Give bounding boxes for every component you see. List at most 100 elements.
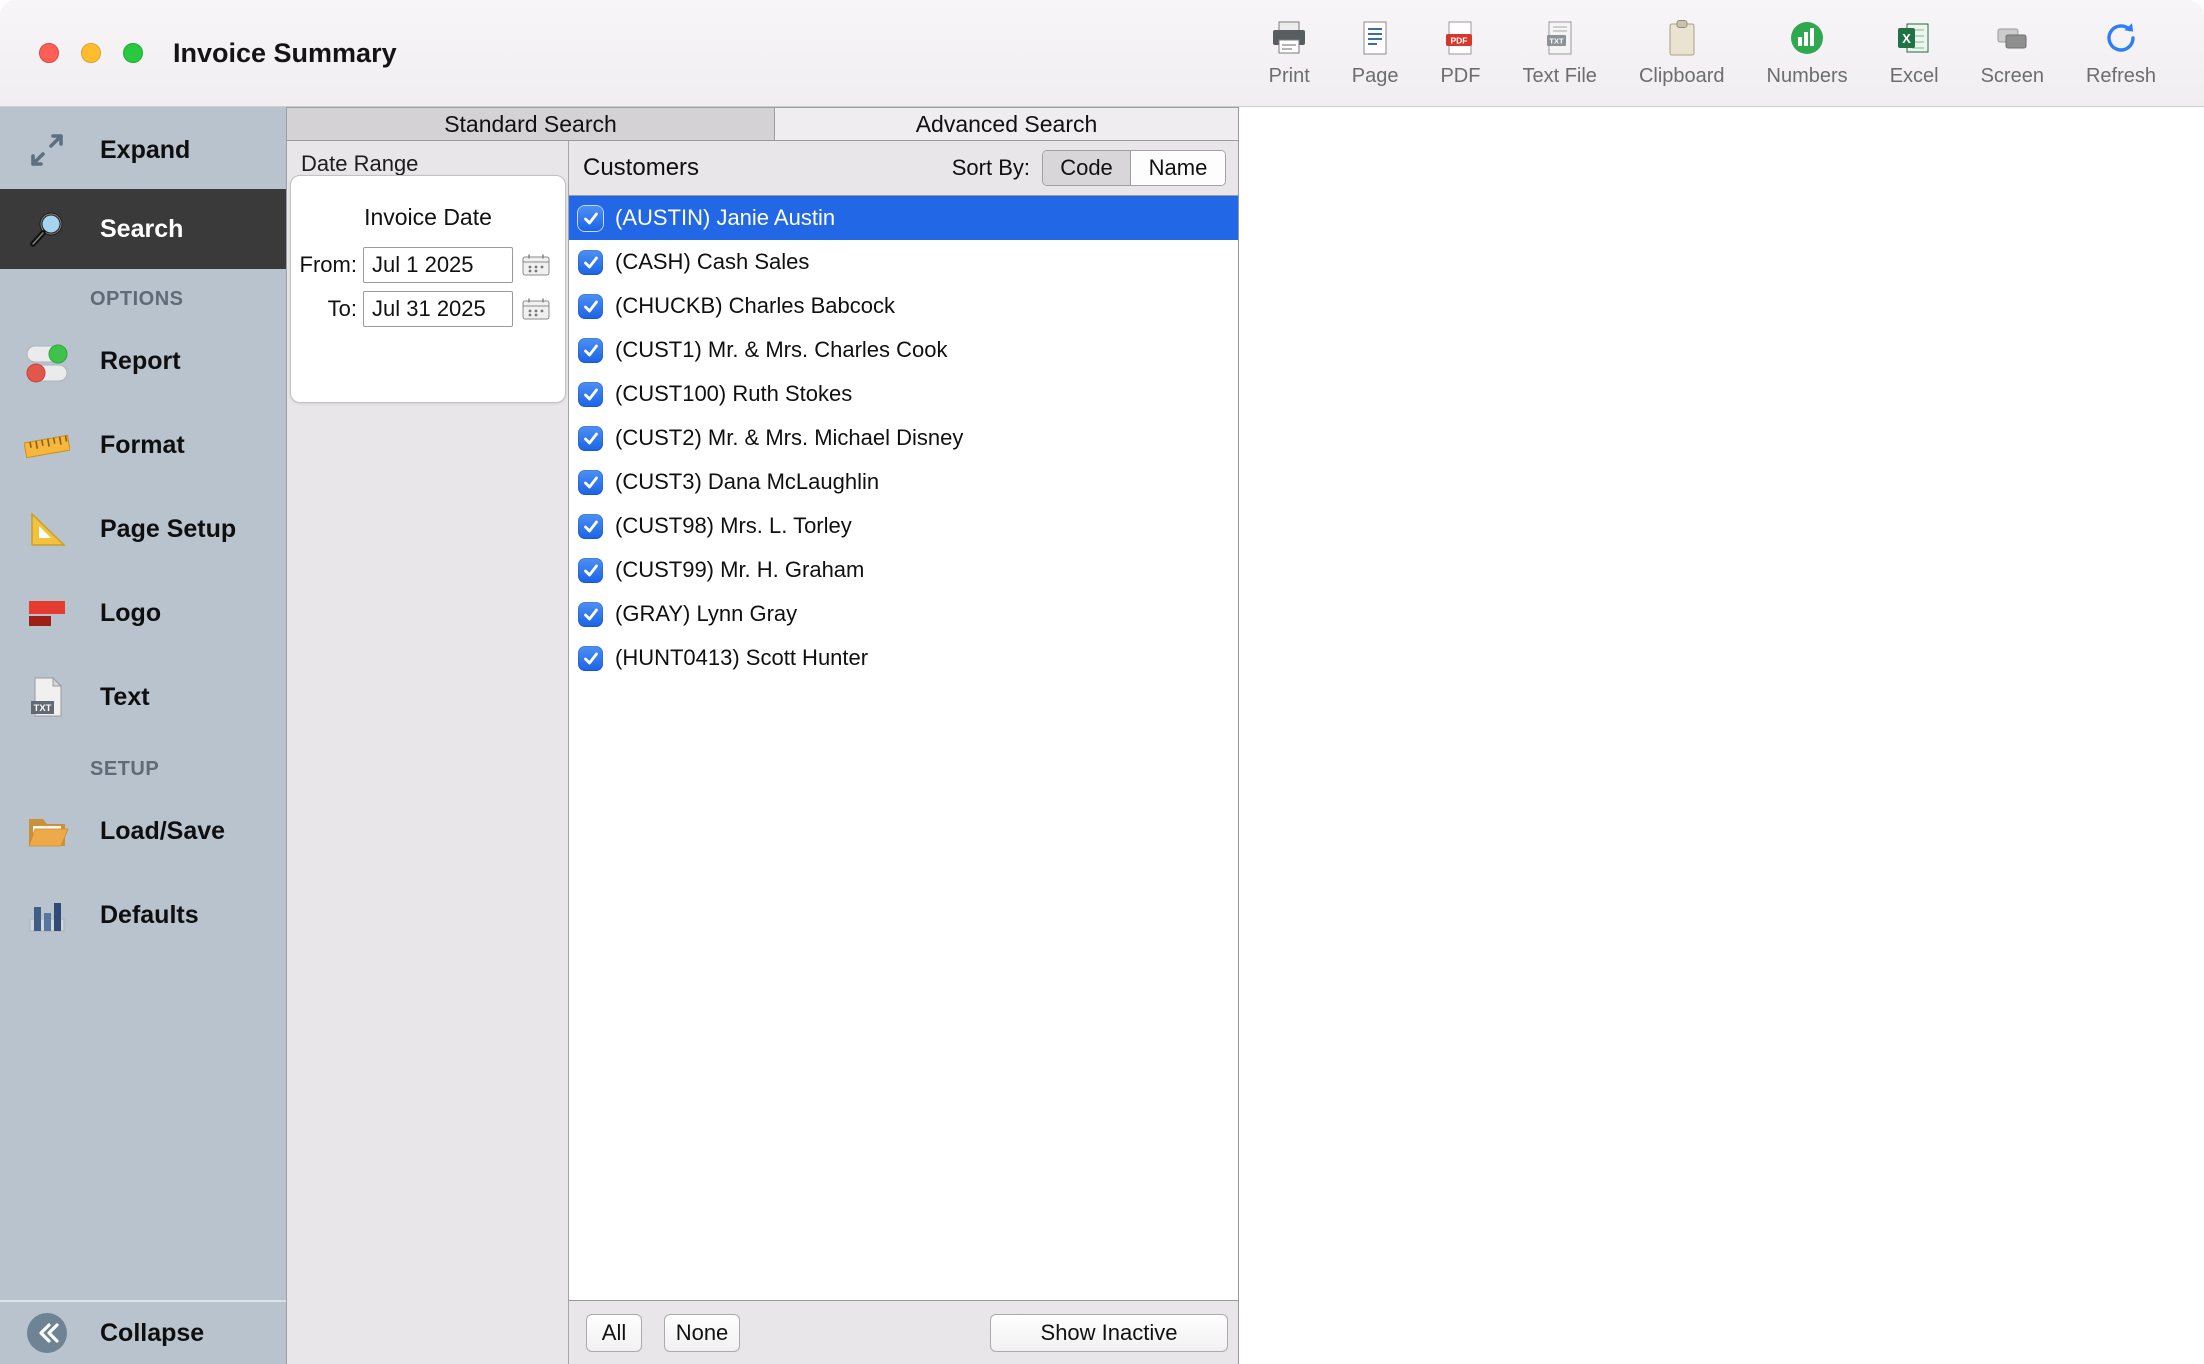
to-label: To: <box>295 296 357 322</box>
sidebar-item-search[interactable]: Search <box>0 189 286 269</box>
to-date-picker-icon[interactable] <box>521 297 551 321</box>
text-file-icon: TXT <box>1542 18 1578 58</box>
customer-label: (CUST2) Mr. & Mrs. Michael Disney <box>615 425 963 451</box>
customer-checkbox[interactable] <box>578 426 603 451</box>
report-preview-area <box>1239 141 2204 1364</box>
toolbar-label: Refresh <box>2086 65 2156 88</box>
sidebar-item-label: Defaults <box>100 901 199 930</box>
sidebar: Expand Search OPTIONS Report Format <box>0 107 287 1364</box>
sidebar-item-text[interactable]: TXT Text <box>0 655 286 739</box>
txt-file-icon: TXT <box>16 675 78 719</box>
minimize-window-button[interactable] <box>81 43 101 63</box>
screen-icon <box>1994 18 2030 58</box>
sidebar-item-collapse[interactable]: Collapse <box>0 1300 286 1364</box>
customer-label: (CUST1) Mr. & Mrs. Charles Cook <box>615 337 948 363</box>
customer-label: (AUSTIN) Janie Austin <box>615 205 835 231</box>
customer-checkbox[interactable] <box>578 646 603 671</box>
customer-row[interactable]: (GRAY) Lynn Gray <box>569 592 1238 636</box>
customer-row[interactable]: (CUST1) Mr. & Mrs. Charles Cook <box>569 328 1238 372</box>
main-area: Standard Search Advanced Search Date Ran… <box>287 107 2204 1364</box>
sidebar-item-format[interactable]: Format <box>0 403 286 487</box>
customer-checkbox[interactable] <box>578 602 603 627</box>
toolbar-label: Clipboard <box>1639 65 1725 88</box>
customer-row[interactable]: (HUNT0413) Scott Hunter <box>569 636 1238 680</box>
sidebar-item-label: Page Setup <box>100 515 236 544</box>
page-icon <box>1357 18 1393 58</box>
customer-checkbox[interactable] <box>578 514 603 539</box>
toolbar-screen-button[interactable]: Screen <box>1981 18 2044 88</box>
toolbar-print-button[interactable]: Print <box>1269 18 1310 88</box>
customer-checkbox[interactable] <box>578 558 603 583</box>
select-none-button[interactable]: None <box>664 1314 740 1352</box>
customer-row[interactable]: (CUST99) Mr. H. Graham <box>569 548 1238 592</box>
customer-checkbox[interactable] <box>578 470 603 495</box>
excel-icon: X <box>1896 18 1932 58</box>
toolbar-pdf-button[interactable]: PDF PDF <box>1440 18 1480 88</box>
tab-advanced-search[interactable]: Advanced Search <box>775 107 1239 141</box>
toolbar-label: Page <box>1352 65 1399 88</box>
from-date-picker-icon[interactable] <box>521 253 551 277</box>
show-inactive-button[interactable]: Show Inactive <box>990 1314 1228 1352</box>
customer-checkbox[interactable] <box>578 250 603 275</box>
customer-row[interactable]: (CUST3) Dana McLaughlin <box>569 460 1238 504</box>
sidebar-item-expand[interactable]: Expand <box>0 111 286 189</box>
search-content: Date Range Invoice Date From: To: <box>287 141 2204 1364</box>
set-square-icon <box>16 507 78 551</box>
sidebar-item-defaults[interactable]: Defaults <box>0 873 286 957</box>
collapse-icon <box>16 1311 78 1355</box>
date-range-label: Date Range <box>301 151 418 177</box>
toolbar-label: Numbers <box>1767 65 1848 88</box>
to-date-row: To: <box>291 291 565 327</box>
tab-standard-search[interactable]: Standard Search <box>287 107 775 141</box>
customer-row[interactable]: (CUST98) Mrs. L. Torley <box>569 504 1238 548</box>
toolbar-label: Screen <box>1981 65 2044 88</box>
customer-label: (CUST99) Mr. H. Graham <box>615 557 864 583</box>
select-all-button[interactable]: All <box>586 1314 642 1352</box>
toolbar-excel-button[interactable]: X Excel <box>1890 18 1939 88</box>
toolbar-label: PDF <box>1440 65 1480 88</box>
customers-header-row: Customers Sort By: Code Name <box>569 141 1238 195</box>
customer-label: (CHUCKB) Charles Babcock <box>615 293 895 319</box>
toolbar-label: Print <box>1269 65 1310 88</box>
customer-checkbox[interactable] <box>578 294 603 319</box>
printer-icon <box>1269 18 1309 58</box>
sidebar-item-label: Logo <box>100 599 161 628</box>
zoom-window-button[interactable] <box>123 43 143 63</box>
customer-checkbox[interactable] <box>578 206 603 231</box>
sidebar-item-page-setup[interactable]: Page Setup <box>0 487 286 571</box>
customer-checkbox[interactable] <box>578 382 603 407</box>
toolbar-numbers-button[interactable]: Numbers <box>1767 18 1848 88</box>
customer-label: (CUST98) Mrs. L. Torley <box>615 513 852 539</box>
from-date-input[interactable] <box>363 247 513 283</box>
sort-segmented-control: Code Name <box>1042 150 1226 186</box>
sidebar-item-load-save[interactable]: Load/Save <box>0 789 286 873</box>
from-label: From: <box>295 252 357 278</box>
toggles-icon <box>16 339 78 383</box>
date-range-group: Invoice Date From: To: <box>290 175 566 403</box>
customer-row[interactable]: (CASH) Cash Sales <box>569 240 1238 284</box>
customer-row[interactable]: (CUST100) Ruth Stokes <box>569 372 1238 416</box>
customer-row[interactable]: (AUSTIN) Janie Austin <box>569 196 1238 240</box>
window-title: Invoice Summary <box>173 38 397 69</box>
customer-label: (CASH) Cash Sales <box>615 249 809 275</box>
customer-checkbox[interactable] <box>578 338 603 363</box>
sidebar-item-label: Load/Save <box>100 817 225 846</box>
customers-panel: Customers Sort By: Code Name <box>569 141 1239 1364</box>
customer-row[interactable]: (CHUCKB) Charles Babcock <box>569 284 1238 328</box>
toolbar-clipboard-button[interactable]: Clipboard <box>1639 18 1725 88</box>
toolbar-page-button[interactable]: Page <box>1352 18 1399 88</box>
sidebar-item-report[interactable]: Report <box>0 319 286 403</box>
refresh-icon <box>2103 18 2139 58</box>
sort-by-name-button[interactable]: Name <box>1131 151 1225 185</box>
customer-row[interactable]: (CUST2) Mr. & Mrs. Michael Disney <box>569 416 1238 460</box>
sort-by-code-button[interactable]: Code <box>1043 151 1131 185</box>
sidebar-item-label: Report <box>100 347 181 376</box>
toolbar-refresh-button[interactable]: Refresh <box>2086 18 2156 88</box>
customer-label: (CUST3) Dana McLaughlin <box>615 469 879 495</box>
sidebar-item-label: Text <box>100 683 150 712</box>
to-date-input[interactable] <box>363 291 513 327</box>
tabbar-spacer <box>1239 107 2204 141</box>
toolbar-text-file-button[interactable]: TXT Text File <box>1522 18 1596 88</box>
close-window-button[interactable] <box>39 43 59 63</box>
sidebar-item-logo[interactable]: Logo <box>0 571 286 655</box>
